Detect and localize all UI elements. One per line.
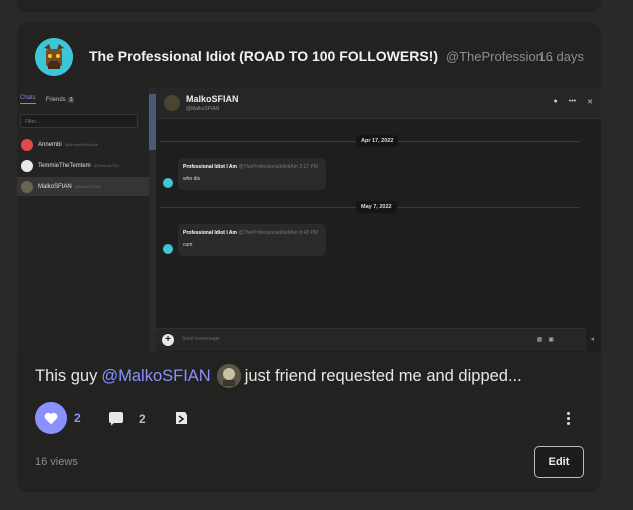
contact-handle: @MalkoSFIAN: [74, 184, 102, 189]
image-icon: ▣: [548, 337, 554, 343]
contact-item: TemmieTheTemtem @TemmieThe...: [17, 156, 149, 175]
filter-input: Filter...: [20, 114, 138, 128]
gif-icon: ▦: [536, 337, 543, 343]
sidebar-divider-accent: [149, 94, 156, 150]
contact-avatar: [21, 180, 33, 193]
contact-name: MalkoSFIAN: [38, 183, 72, 190]
date-divider: Apr 17, 2022: [356, 135, 399, 147]
plus-icon: +: [162, 334, 174, 346]
message-author: Professional Idiot I Am: [183, 230, 237, 236]
author-avatar[interactable]: [35, 38, 73, 76]
contact-handle: @AnnembiWaddle: [64, 142, 98, 147]
settings-icon: ●: [553, 98, 558, 105]
sidebar-tabs: Chats Friends 3: [20, 95, 75, 104]
post-caption: This guy @MalkoSFIAN just friend request…: [35, 364, 522, 388]
friends-count-badge: 3: [67, 96, 75, 103]
message-text: who dis: [183, 176, 200, 182]
message-input: Send a message: [182, 336, 220, 342]
like-count: 2: [74, 411, 81, 425]
like-button[interactable]: [35, 402, 67, 434]
caption-text-end: just friend requested me and dipped...: [244, 366, 522, 385]
message-avatar: [163, 178, 173, 188]
comment-icon: [109, 411, 123, 425]
input-icons: ▦ ▣: [537, 336, 554, 343]
close-icon: ✕: [587, 99, 593, 106]
chat-sidebar: Chats Friends 3 Filter... Annembi @Annemb…: [17, 88, 150, 352]
chat-message: Professional Idiot I Am @TheProfessional…: [178, 158, 326, 190]
message-avatar: [163, 244, 173, 254]
share-button[interactable]: [172, 409, 190, 427]
contact-name: TemmieTheTemtem: [38, 162, 91, 169]
message-author-handle: @TheProfessionalIdiotIAm: [238, 230, 298, 236]
more-vertical-icon-dot: [566, 416, 570, 420]
more-horizontal-icon: •••: [568, 98, 577, 105]
post-timestamp: 16 days: [538, 49, 584, 64]
message-header: Professional Idiot I Am @TheProfessional…: [183, 230, 318, 236]
chat-handle: @MalkoSFIAN: [186, 106, 220, 112]
edit-button[interactable]: Edit: [534, 446, 584, 478]
post-image[interactable]: Chats Friends 3 Filter... Annembi @Annemb…: [17, 88, 601, 352]
contact-item-selected: MalkoSFIAN @MalkoSFIAN: [17, 177, 149, 196]
message-time: 8:43 PM: [299, 230, 318, 236]
mention-avatar[interactable]: [216, 364, 241, 388]
message-author-handle: @TheProfessionalIdiotIAm: [238, 164, 298, 170]
post-title[interactable]: The Professional Idiot (ROAD TO 100 FOLL…: [89, 48, 438, 64]
more-options-button[interactable]: [559, 409, 577, 427]
message-header: Professional Idiot I Am @TheProfessional…: [183, 164, 318, 170]
chat-header: MalkoSFIAN @MalkoSFIAN ● ••• ✕: [156, 88, 601, 119]
tab-friends: Friends 3: [45, 96, 75, 103]
send-icon: ◂: [590, 336, 594, 343]
more-vertical-icon-dot: [566, 421, 570, 425]
share-icon: [176, 412, 187, 424]
chat-avatar: [164, 95, 180, 111]
post-card: The Professional Idiot (ROAD TO 100 FOLL…: [17, 22, 601, 492]
message-time: 2:17 PM: [299, 164, 318, 170]
comment-button[interactable]: [107, 409, 125, 427]
chat-name: MalkoSFIAN: [186, 94, 239, 104]
contact-avatar: [21, 159, 33, 172]
contact-item: Annembi @AnnembiWaddle: [17, 135, 149, 154]
comment-count: 2: [139, 412, 146, 426]
contact-avatar: [21, 138, 33, 151]
previous-card-edge: [17, 0, 601, 12]
contact-name: Annembi: [38, 141, 62, 148]
contact-handle: @TemmieThe...: [93, 163, 122, 168]
chat-header-icons: ● ••• ✕: [554, 98, 593, 106]
tab-friends-label: Friends: [45, 96, 66, 103]
chat-message: Professional Idiot I Am @TheProfessional…: [178, 224, 326, 256]
message-text: cum: [183, 242, 193, 248]
heart-icon: [44, 412, 58, 424]
message-author: Professional Idiot I Am: [183, 164, 237, 170]
caption-text-start: This guy: [35, 366, 98, 385]
chat-window: MalkoSFIAN @MalkoSFIAN ● ••• ✕ Apr 17, 2…: [156, 88, 601, 352]
more-vertical-icon: [566, 411, 570, 415]
view-count: 16 views: [35, 456, 78, 468]
message-input-bar: + Send a message ▦ ▣ ◂: [156, 328, 594, 351]
mention-link[interactable]: @MalkoSFIAN: [101, 367, 210, 386]
tab-chats: Chats: [20, 95, 36, 104]
date-divider: May 7, 2022: [356, 201, 397, 213]
post-title-row: The Professional Idiot (ROAD TO 100 FOLL…: [89, 48, 554, 64]
